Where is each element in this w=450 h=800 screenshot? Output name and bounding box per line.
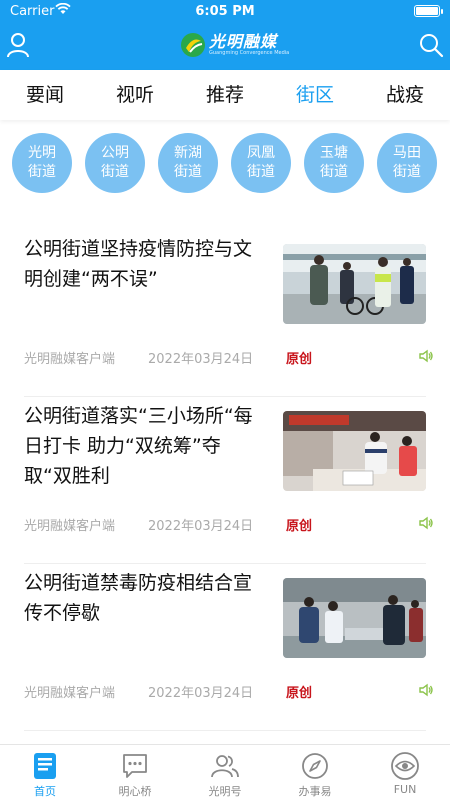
search-icon[interactable]	[418, 32, 444, 58]
news-date: 2022年03月24日	[148, 352, 254, 367]
bottom-tab-bar: 首页 明心桥 光明号 办事易 FUN	[0, 744, 450, 800]
tab-yaowen[interactable]: 要闻	[0, 70, 90, 120]
street-fenghuang[interactable]: 凤凰 街道	[231, 133, 291, 193]
news-title[interactable]: 公明街道禁毒防疫相结合宣传不停歇	[24, 568, 254, 628]
street-name: 新湖	[174, 145, 202, 161]
street-suffix: 街道	[320, 164, 348, 180]
tabbar-guangminghao[interactable]: 光明号	[180, 745, 270, 800]
compass-icon	[302, 753, 328, 779]
street-suffix: 街道	[393, 164, 421, 180]
news-source: 光明融媒客户端	[24, 519, 116, 534]
battery-icon	[414, 5, 443, 17]
street-guangming[interactable]: 光明 街道	[12, 133, 72, 193]
audio-speaker-icon[interactable]	[418, 682, 434, 698]
street-selector: 光明 街道 公明 街道 新湖 街道 凤凰 街道 玉塘 街道 马田 街道	[0, 130, 450, 196]
street-matian[interactable]: 马田 街道	[377, 133, 437, 193]
news-meta: 光明融媒客户端 2022年03月24日 原创	[24, 348, 433, 368]
tab-shiting[interactable]: 视听	[90, 70, 180, 120]
user-icon[interactable]	[6, 32, 30, 58]
news-title[interactable]: 公明街道坚持疫情防控与文明创建“两不误”	[24, 234, 254, 294]
street-name: 光明	[28, 145, 56, 161]
tab-zhanyi[interactable]: 战疫	[360, 70, 450, 120]
app-logo: 光明融媒 Guangming Convergence Media	[180, 30, 289, 60]
logo-mark-icon	[181, 33, 205, 57]
news-item[interactable]: 公明街道坚持疫情防控与文明创建“两不误” 光明融媒客户端 2022年03月24日…	[24, 230, 433, 397]
app-header: Carrier 6:05 PM 光明融媒 Guangming Convergen…	[0, 0, 450, 70]
tab-jiequ[interactable]: 街区	[270, 70, 360, 120]
street-name: 马田	[393, 145, 421, 161]
news-thumbnail[interactable]	[283, 578, 426, 658]
logo-subtitle: Guangming Convergence Media	[209, 50, 290, 56]
news-source: 光明融媒客户端	[24, 352, 116, 367]
tabbar-mingxinqiao[interactable]: 明心桥	[90, 745, 180, 800]
street-suffix: 街道	[28, 164, 56, 180]
tabbar-label: 明心桥	[118, 785, 152, 798]
street-gongming[interactable]: 公明 街道	[85, 133, 145, 193]
news-title[interactable]: 公明街道落实“三小场所“每日打卡 助力“双统筹”夺取“双胜利	[24, 401, 254, 491]
news-source: 光明融媒客户端	[24, 686, 116, 701]
tabbar-label: 首页	[34, 785, 56, 798]
logo-name: 光明融媒	[209, 32, 278, 51]
street-suffix: 街道	[174, 164, 202, 180]
tabbar-label: 光明号	[208, 785, 242, 798]
status-bar: Carrier 6:05 PM	[0, 0, 450, 22]
clock: 6:05 PM	[195, 4, 255, 19]
tab-tuijian[interactable]: 推荐	[180, 70, 270, 120]
news-item[interactable]: 公明街道禁毒防疫相结合宣传不停歇 光明融媒客户端 2022年03月24日 原创	[24, 564, 433, 731]
original-badge: 原创	[286, 519, 313, 534]
news-thumbnail[interactable]	[283, 244, 426, 324]
news-item[interactable]: 公明街道落实“三小场所“每日打卡 助力“双统筹”夺取“双胜利 光明融媒客户端 2…	[24, 397, 433, 564]
tabbar-fun[interactable]: FUN	[360, 745, 450, 800]
news-thumbnail[interactable]	[283, 411, 426, 491]
street-name: 玉塘	[320, 145, 348, 161]
news-meta: 光明融媒客户端 2022年03月24日 原创	[24, 515, 433, 535]
street-yutang[interactable]: 玉塘 街道	[304, 133, 364, 193]
people-icon	[211, 755, 239, 778]
eye-icon	[391, 752, 419, 780]
news-home-icon	[34, 753, 56, 779]
original-badge: 原创	[286, 352, 313, 367]
chat-bubble-icon	[123, 754, 147, 778]
tabbar-home[interactable]: 首页	[0, 745, 90, 800]
street-xinhu[interactable]: 新湖 街道	[158, 133, 218, 193]
news-date: 2022年03月24日	[148, 686, 254, 701]
news-meta: 光明融媒客户端 2022年03月24日 原创	[24, 682, 433, 702]
original-badge: 原创	[286, 686, 313, 701]
audio-speaker-icon[interactable]	[418, 515, 434, 531]
street-suffix: 街道	[101, 164, 129, 180]
tabbar-label: FUN	[393, 783, 417, 796]
channel-tabs: 要闻 视听 推荐 街区 战疫	[0, 70, 450, 120]
tabbar-banshiyi[interactable]: 办事易	[270, 745, 360, 800]
news-date: 2022年03月24日	[148, 519, 254, 534]
street-name: 公明	[101, 145, 129, 161]
news-list: 公明街道坚持疫情防控与文明创建“两不误” 光明融媒客户端 2022年03月24日…	[0, 230, 450, 731]
street-name: 凤凰	[247, 145, 275, 161]
audio-speaker-icon[interactable]	[418, 348, 434, 364]
tabbar-label: 办事易	[298, 785, 332, 798]
street-suffix: 街道	[247, 164, 275, 180]
